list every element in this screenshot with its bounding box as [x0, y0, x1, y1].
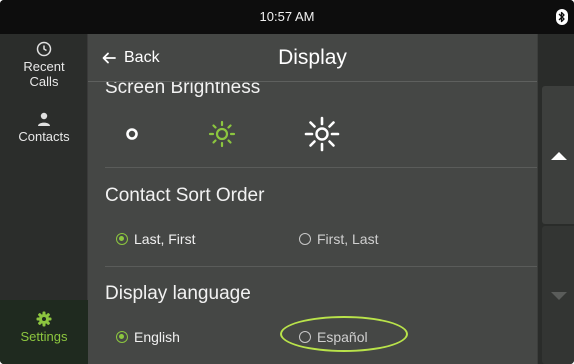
main-panel: Back Display Screen Brightness Contact S… [88, 34, 537, 364]
radio-english[interactable]: English [116, 326, 180, 348]
sidebar-item-settings[interactable]: Settings [0, 300, 88, 364]
settings-list: Screen Brightness Contact Sort Order Las… [88, 82, 537, 364]
radio-unselected-icon [299, 233, 311, 245]
sidebar: Recent Calls Contacts Settings [0, 34, 88, 364]
radio-selected-icon [116, 233, 128, 245]
gear-icon [36, 311, 52, 327]
radio-first-last[interactable]: First, Last [299, 228, 378, 250]
sidebar-item-recent-calls[interactable]: Recent Calls [0, 40, 88, 110]
sidebar-item-contacts[interactable]: Contacts [0, 110, 88, 180]
back-arrow-icon [102, 52, 116, 64]
arrow-up-icon [551, 152, 567, 160]
phone-screen: 10:57 AM Recent Calls Contacts Settings … [0, 0, 574, 364]
back-label: Back [124, 49, 160, 66]
section-title-language: Display language [105, 283, 251, 304]
divider [105, 167, 537, 168]
radio-label: English [134, 329, 180, 345]
person-icon [38, 112, 50, 126]
sidebar-item-label: Contacts [18, 129, 70, 144]
radio-label: Español [317, 329, 368, 345]
bluetooth-icon [556, 9, 568, 25]
section-title-sort-order: Contact Sort Order [105, 185, 265, 206]
status-bar: 10:57 AM [0, 0, 574, 34]
scroll-up-button[interactable] [542, 86, 574, 224]
brightness-medium-icon[interactable] [202, 114, 242, 154]
back-button[interactable]: Back [96, 46, 166, 70]
sidebar-item-label: Settings [20, 329, 68, 344]
scroll-column [537, 34, 574, 364]
header: Back Display [88, 34, 537, 82]
radio-label: First, Last [317, 231, 379, 247]
radio-label: Last, First [134, 231, 196, 247]
sidebar-item-label: Recent Calls [23, 59, 65, 89]
divider [105, 266, 537, 267]
status-time: 10:57 AM [259, 9, 315, 24]
arrow-down-icon [551, 292, 567, 300]
scroll-down-button[interactable] [542, 226, 574, 364]
radio-last-first[interactable]: Last, First [116, 228, 195, 250]
section-title-brightness: Screen Brightness [105, 82, 261, 98]
radio-espanol[interactable]: Español [299, 326, 368, 348]
radio-unselected-icon [299, 331, 311, 343]
clock-icon [36, 41, 52, 57]
brightness-high-icon[interactable] [302, 114, 342, 154]
radio-selected-icon [116, 331, 128, 343]
brightness-low-icon[interactable] [112, 114, 152, 154]
